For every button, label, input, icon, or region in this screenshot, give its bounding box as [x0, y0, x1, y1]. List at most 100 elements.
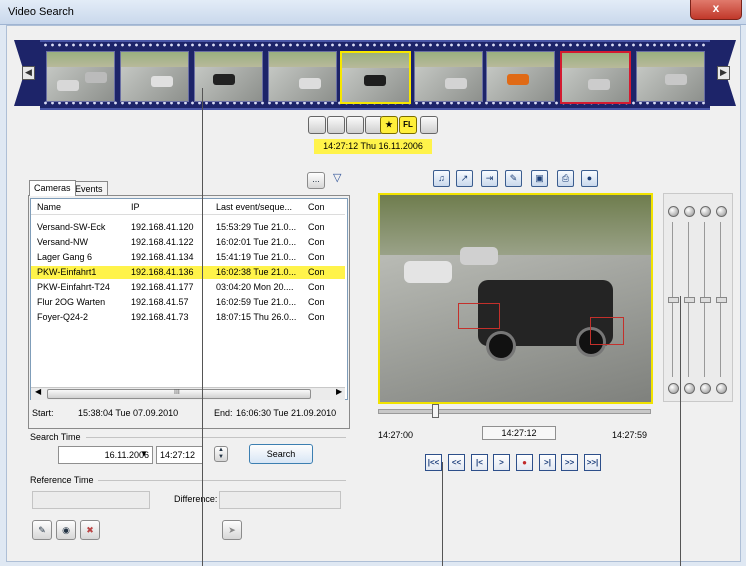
- goto-reference-icon[interactable]: ➤: [222, 520, 242, 540]
- table-row-selected[interactable]: PKW-Einfahrt1 192.168.41.136 16:02:38 Tue …: [31, 266, 345, 279]
- video-trees: [380, 195, 651, 255]
- annotation-line: [202, 88, 203, 566]
- scroll-right-icon[interactable]: ▶: [336, 387, 342, 396]
- video-parked-car: [460, 247, 498, 265]
- time-spinner-icon[interactable]: ▲ ▼: [214, 446, 228, 462]
- group-divider: [98, 480, 346, 481]
- cell-ip: 192.168.41.120: [131, 222, 194, 232]
- filmstrip-frame[interactable]: [486, 51, 555, 102]
- fast-forward-icon[interactable]: >>: [561, 454, 578, 471]
- timeline-track[interactable]: [378, 409, 651, 414]
- annotation-line: [680, 296, 681, 566]
- mode-button[interactable]: [346, 116, 364, 134]
- video-view[interactable]: [378, 193, 653, 404]
- scrollbar-grip: III: [174, 389, 180, 396]
- tab-events[interactable]: Events: [70, 181, 108, 196]
- help-icon[interactable]: ●: [581, 170, 598, 187]
- snapshot-icon[interactable]: ▣: [531, 170, 548, 187]
- record-icon[interactable]: ●: [516, 454, 533, 471]
- column-ip[interactable]: IP: [131, 202, 140, 212]
- filmstrip-frame[interactable]: [414, 51, 483, 102]
- sharpness-icon: [716, 206, 727, 217]
- table-row[interactable]: Foyer-Q24-2 192.168.41.73 18:07:15 Thu 26.…: [31, 311, 345, 324]
- cell-last-event: 03:04:20 Mon 20....: [216, 282, 294, 292]
- filmstrip-frame[interactable]: [120, 51, 189, 102]
- fl-mode-button[interactable]: FL: [399, 116, 417, 134]
- date-dropdown-icon[interactable]: ▼: [140, 449, 148, 458]
- filmstrip-frame[interactable]: [268, 51, 337, 102]
- edit-icon[interactable]: ✎: [505, 170, 522, 187]
- cell-ip: 192.168.41.136: [131, 267, 194, 277]
- window-title: Video Search: [8, 6, 74, 18]
- export-icon[interactable]: ⇥: [481, 170, 498, 187]
- current-time-label: 14:27:12 Thu 16.11.2006: [314, 139, 432, 154]
- filter-icon[interactable]: ▽: [333, 172, 345, 184]
- close-button[interactable]: x: [690, 0, 742, 20]
- timeline-thumb[interactable]: [432, 404, 439, 418]
- table-row[interactable]: PKW-Einfahrt-T24 192.168.41.177 03:04:20 M…: [31, 281, 345, 294]
- cell-last-event: 15:53:29 Tue 21.0...: [216, 222, 297, 232]
- timeline-end: 14:27:59: [612, 430, 648, 440]
- difference-field: [219, 491, 341, 509]
- camera-reference-icon[interactable]: ◉: [56, 520, 76, 540]
- column-con[interactable]: Con: [308, 202, 325, 212]
- play-icon[interactable]: >: [493, 454, 510, 471]
- step-back-icon[interactable]: |<: [471, 454, 488, 471]
- slider-thumb[interactable]: [668, 297, 679, 303]
- search-button[interactable]: Search: [249, 444, 313, 464]
- cell-name: Flur 2OG Warten: [37, 297, 106, 307]
- table-row[interactable]: Lager Gang 6 192.168.41.134 15:41:19 Tue 2…: [31, 251, 345, 264]
- cell-ip: 192.168.41.134: [131, 252, 194, 262]
- mode-button[interactable]: [327, 116, 345, 134]
- slider-thumb[interactable]: [716, 297, 727, 303]
- saturation-icon: [700, 206, 711, 217]
- filmstrip-frame-marked[interactable]: [560, 51, 631, 104]
- title-bar[interactable]: Video Search x: [0, 0, 746, 25]
- brightness-icon: [668, 206, 679, 217]
- filmstrip-prev-icon[interactable]: ◀: [22, 66, 35, 80]
- column-last-event[interactable]: Last event/seque...: [216, 202, 292, 212]
- table-row[interactable]: Versand-SW-Eck 192.168.41.120 15:53:29 Tue…: [31, 221, 345, 234]
- audio-icon[interactable]: ♫: [433, 170, 450, 187]
- cell-last-event: 15:41:19 Tue 21.0...: [216, 252, 297, 262]
- filmstrip-next-icon[interactable]: ▶: [717, 66, 730, 80]
- print-icon[interactable]: ⎙: [557, 170, 574, 187]
- column-name[interactable]: Name: [37, 202, 61, 212]
- set-reference-icon[interactable]: ✎: [32, 520, 52, 540]
- slider-thumb[interactable]: [684, 297, 695, 303]
- table-row[interactable]: Flur 2OG Warten 192.168.41.57 16:02:59 Tue…: [31, 296, 345, 309]
- cell-last-event: 18:07:15 Thu 26.0...: [216, 312, 297, 322]
- last-frame-icon[interactable]: >>|: [584, 454, 601, 471]
- scroll-left-icon[interactable]: ◀: [35, 387, 41, 396]
- event-mode-icon[interactable]: ★: [380, 116, 398, 134]
- video-wheel: [486, 331, 516, 361]
- mode-button[interactable]: [308, 116, 326, 134]
- fullscreen-icon[interactable]: ↗: [456, 170, 473, 187]
- filmstrip-frame[interactable]: [636, 51, 705, 102]
- tab-cameras[interactable]: Cameras: [29, 180, 76, 196]
- mode-button[interactable]: [420, 116, 438, 134]
- cell-name: PKW-Einfahrt-T24: [37, 282, 110, 292]
- more-button[interactable]: ...: [307, 172, 325, 189]
- cell-last-event: 16:02:59 Tue 21.0...: [216, 297, 297, 307]
- start-label: Start:: [32, 408, 54, 418]
- cell-name: Versand-SW-Eck: [37, 222, 106, 232]
- clear-reference-icon[interactable]: ✖: [80, 520, 100, 540]
- cell-last-event: 16:02:38 Tue 21.0...: [216, 267, 297, 277]
- first-frame-icon[interactable]: |<<: [425, 454, 442, 471]
- end-value: 16:06:30 Tue 21.09.2010: [236, 408, 337, 418]
- cell-name: Foyer-Q24-2: [37, 312, 89, 322]
- fast-rewind-icon[interactable]: <<: [448, 454, 465, 471]
- filmstrip-frame[interactable]: [46, 51, 115, 102]
- saturation-low-icon: [700, 383, 711, 394]
- step-forward-icon[interactable]: >|: [539, 454, 556, 471]
- date-field[interactable]: 16.11.2006: [58, 446, 153, 464]
- table-row[interactable]: Versand-NW 192.168.41.122 16:02:01 Tue 21.…: [31, 236, 345, 249]
- cell-con: Con: [308, 267, 325, 277]
- slider-thumb[interactable]: [700, 297, 711, 303]
- motion-box: [458, 303, 500, 329]
- header-divider: [31, 214, 345, 215]
- filmstrip-frame-selected[interactable]: [340, 51, 411, 104]
- time-field[interactable]: 14:27:12: [156, 446, 203, 464]
- filmstrip-frame[interactable]: [194, 51, 263, 102]
